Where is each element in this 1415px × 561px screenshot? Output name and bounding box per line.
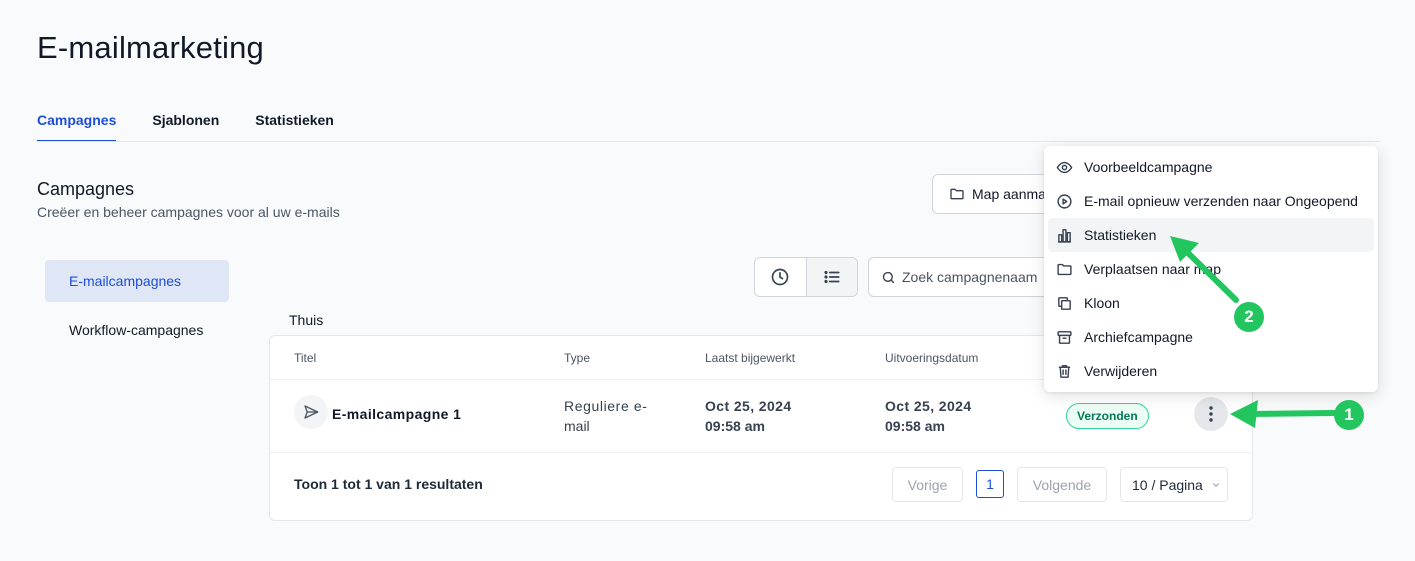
menu-item-label: E-mail opnieuw verzenden naar Ongeopend (1084, 193, 1358, 209)
page-number-1[interactable]: 1 (976, 470, 1004, 498)
section-title: Campagnes (37, 179, 135, 199)
folder-icon (949, 186, 965, 202)
search-box (868, 257, 1068, 297)
menu-item-label: Archiefcampagne (1084, 329, 1193, 345)
prev-page-button[interactable]: Vorige (892, 467, 963, 502)
column-header-run-date: Uitvoeringsdatum (885, 351, 979, 365)
tab-statistieken[interactable]: Statistieken (255, 112, 334, 142)
view-toggle (754, 257, 858, 297)
list-icon (823, 268, 841, 286)
page-title: E-mailmarketing (37, 30, 264, 65)
trash-icon (1055, 362, 1073, 380)
search-input[interactable] (902, 269, 1062, 285)
menu-item-label: Verplaatsen naar map (1084, 261, 1221, 277)
sidebar-item-email-campaigns[interactable]: E-mailcampagnes (45, 260, 229, 302)
next-page-button[interactable]: Volgende (1017, 467, 1107, 502)
folder-icon (1055, 260, 1073, 278)
column-header-type: Type (564, 351, 591, 365)
run-date: Oct 25, 2024 (885, 398, 972, 414)
tab-bar: Campagnes Sjablonen Statistieken (37, 112, 334, 142)
folder-breadcrumb: Thuis (289, 312, 324, 328)
row-context-menu: Voorbeeldcampagne E-mail opnieuw verzend… (1044, 146, 1378, 392)
annotation-marker-2: 2 (1234, 302, 1264, 332)
menu-item-archive[interactable]: Archiefcampagne (1048, 320, 1374, 354)
chevron-down-icon (1211, 480, 1221, 490)
menu-item-label: Statistieken (1084, 227, 1157, 243)
page-size-value: 10 / Pagina (1132, 476, 1203, 493)
tabs-divider (37, 141, 1380, 142)
eye-icon (1055, 158, 1073, 176)
send-icon (294, 395, 328, 429)
campaign-updated: Oct 25, 2024 09:58 am (705, 396, 792, 436)
row-divider (270, 452, 1252, 453)
menu-item-statistics[interactable]: Statistieken (1048, 218, 1374, 252)
play-circle-icon (1055, 192, 1073, 210)
menu-item-label: Verwijderen (1084, 363, 1158, 379)
annotation-marker-1: 1 (1334, 400, 1364, 430)
tab-sjablonen[interactable]: Sjablonen (152, 112, 219, 142)
copy-icon (1055, 294, 1073, 312)
page-size-select[interactable]: 10 / Pagina (1120, 467, 1228, 502)
status-badge: Verzonden (1066, 403, 1149, 429)
section-subtitle: Creëer en beheer campagnes voor al uw e-… (37, 204, 340, 220)
column-header-updated: Laatst bijgewerkt (705, 351, 796, 365)
updated-date: Oct 25, 2024 (705, 398, 792, 414)
campaign-type: Reguliere e- mail (564, 396, 647, 436)
more-vertical-icon (1209, 406, 1213, 422)
campaign-run-date: Oct 25, 2024 09:58 am (885, 396, 972, 436)
menu-item-move-to-folder[interactable]: Verplaatsen naar map (1048, 252, 1374, 286)
menu-item-resend-unopened[interactable]: E-mail opnieuw verzenden naar Ongeopend (1048, 184, 1374, 218)
menu-item-delete[interactable]: Verwijderen (1048, 354, 1374, 388)
updated-time: 09:58 am (705, 418, 765, 434)
menu-item-label: Voorbeeldcampagne (1084, 159, 1213, 175)
clock-icon (770, 267, 790, 287)
menu-item-clone[interactable]: Kloon (1048, 286, 1374, 320)
campaign-type-line2: mail (564, 418, 590, 434)
row-actions-button[interactable] (1194, 397, 1228, 431)
campaign-title[interactable]: E-mailcampagne 1 (332, 406, 461, 422)
list-view-button[interactable] (805, 258, 857, 296)
archive-icon (1055, 328, 1073, 346)
menu-item-preview[interactable]: Voorbeeldcampagne (1048, 150, 1374, 184)
menu-item-label: Kloon (1084, 295, 1120, 311)
tab-campagnes[interactable]: Campagnes (37, 112, 117, 142)
bar-chart-icon (1055, 226, 1073, 244)
results-summary: Toon 1 tot 1 van 1 resultaten (294, 476, 483, 492)
sidebar-item-workflow-campaigns[interactable]: Workflow-campagnes (45, 309, 229, 351)
search-icon (881, 270, 896, 285)
campaign-type-line1: Reguliere e- (564, 398, 648, 414)
run-time: 09:58 am (885, 418, 945, 434)
column-header-title: Titel (294, 351, 317, 365)
timeline-view-button[interactable] (755, 258, 806, 296)
